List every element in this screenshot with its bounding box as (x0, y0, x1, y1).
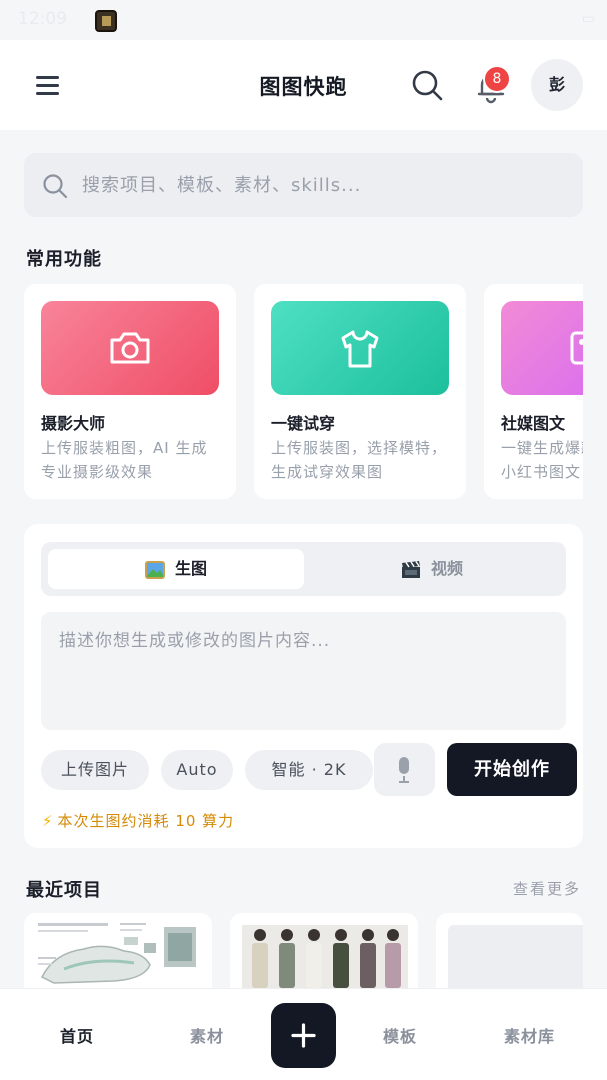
notification-badge: 8 (483, 65, 511, 93)
lightning-icon: ⚡ (42, 812, 54, 830)
project-thumbnail-sneaker[interactable] (24, 913, 212, 988)
camera-icon (110, 332, 150, 364)
nav-home[interactable]: 首页 (60, 1023, 94, 1047)
app-notification-icon (95, 10, 117, 32)
microphone-icon (399, 757, 409, 783)
tab-video-label: 视频 (430, 559, 463, 578)
fashion-preview-image (230, 913, 418, 988)
image-icon (570, 331, 583, 365)
microphone-button[interactable] (374, 743, 435, 796)
recent-title: 最近项目 (26, 880, 102, 901)
feature-desc: 一键生成爆款小红书图文 (501, 439, 583, 481)
sneaker-preview-image (24, 913, 212, 988)
project-thumbnail-fashion[interactable] (230, 913, 418, 988)
status-bar: 12:09 ▭ (0, 0, 607, 40)
feature-banner (41, 301, 219, 395)
project-thumbnail-empty[interactable] (436, 913, 583, 988)
bottom-navigation: 首页 素材 模板 素材库 (0, 988, 607, 1080)
search-bar (24, 153, 583, 217)
feature-banner (271, 301, 449, 395)
clapper-icon (401, 560, 420, 578)
mode-tabs: 生图 视频 (41, 542, 566, 596)
search-icon[interactable] (410, 68, 444, 102)
thumbnail-placeholder (448, 925, 583, 988)
nav-templates[interactable]: 模板 (383, 1023, 417, 1047)
cost-text: 本次生图约消耗 10 算力 (57, 812, 235, 830)
features-title: 常用功能 (26, 249, 102, 270)
prompt-input[interactable] (41, 612, 566, 730)
search-icon (43, 174, 68, 199)
creator-panel: 生图 视频 上传图片 Auto 智能 · 2K 开始创作 ⚡本次生图约消耗 10… (24, 524, 583, 848)
user-avatar[interactable]: 彭 (531, 59, 583, 111)
tab-video[interactable]: 视频 (304, 549, 560, 589)
feature-card-photography[interactable]: 摄影大师 上传服装粗图，AI 生成专业摄影级效果 (24, 284, 236, 499)
upload-image-chip[interactable]: 上传图片 (41, 750, 149, 790)
quality-chip[interactable]: 智能 · 2K (245, 750, 373, 790)
nav-library[interactable]: 素材库 (504, 1023, 555, 1047)
feature-desc: 上传服装粗图，AI 生成专业摄影级效果 (41, 439, 208, 481)
tab-image[interactable]: 生图 (48, 549, 304, 589)
feature-banner (501, 301, 583, 395)
nav-materials[interactable]: 素材 (190, 1023, 224, 1047)
feature-card-social[interactable]: 社媒图文 一键生成爆款小红书图文 (484, 284, 583, 499)
start-create-button[interactable]: 开始创作 (447, 743, 577, 796)
plus-icon (291, 1023, 316, 1048)
feature-title: 社媒图文 (501, 414, 566, 433)
shirt-icon (341, 330, 379, 368)
search-input[interactable] (82, 153, 562, 217)
feature-title: 摄影大师 (41, 414, 106, 433)
add-button[interactable] (271, 1003, 336, 1068)
app-header: 图图快跑 8 彭 (0, 40, 607, 130)
picture-icon (144, 560, 165, 579)
ratio-chip[interactable]: Auto (161, 750, 233, 790)
view-more-link[interactable]: 查看更多 (513, 878, 581, 899)
feature-card-try-on[interactable]: 一键试穿 上传服装图，选择模特，生成试穿效果图 (254, 284, 466, 499)
battery-icon: ▭ (581, 11, 595, 27)
cost-info: ⚡ 本次生图约消耗 10 算力 (42, 810, 234, 831)
app-title: 图图快跑 (259, 75, 348, 99)
tab-image-label: 生图 (174, 559, 207, 578)
feature-title: 一键试穿 (271, 414, 336, 433)
feature-desc: 上传服装图，选择模特，生成试穿效果图 (271, 439, 448, 481)
status-time: 12:09 (18, 9, 67, 29)
